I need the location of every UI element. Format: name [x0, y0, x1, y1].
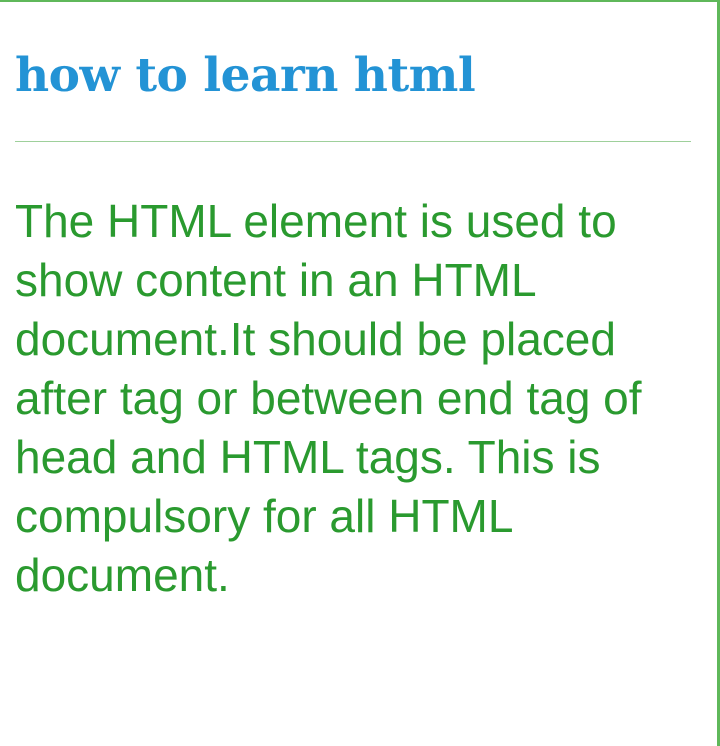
title-divider: [15, 141, 691, 142]
page-container: how to learn html The HTML element is us…: [0, 0, 720, 746]
article-title: how to learn html: [15, 48, 476, 103]
article-body: The HTML element is used to show content…: [15, 195, 642, 601]
